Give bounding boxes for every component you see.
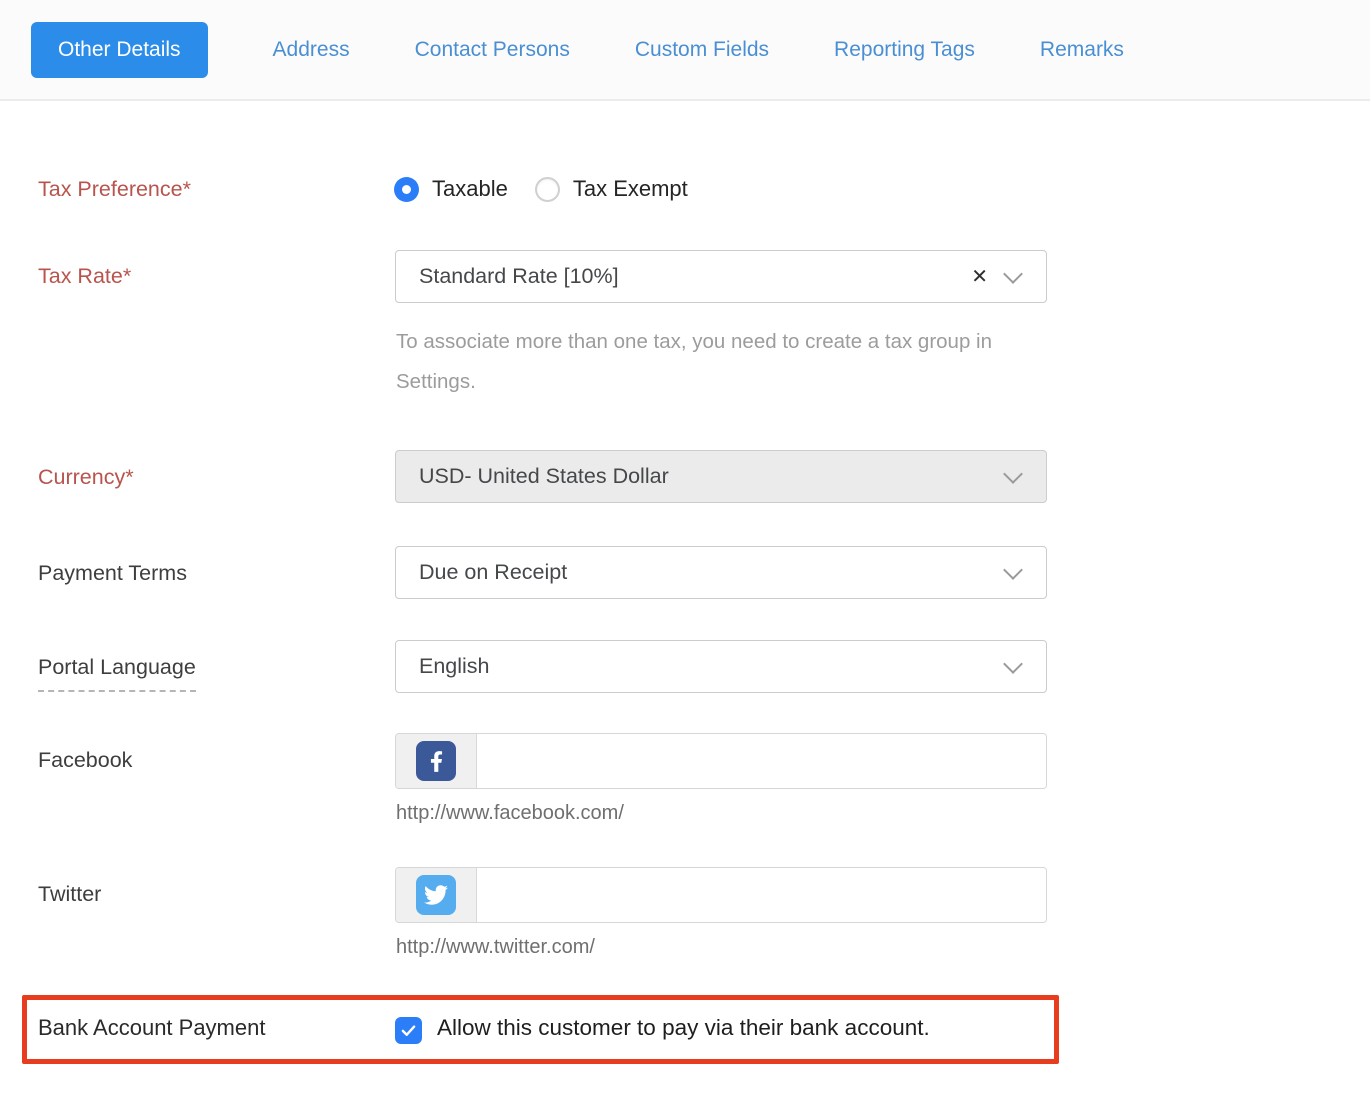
bank-account-payment-label: Bank Account Payment	[38, 1015, 266, 1040]
twitter-input-group	[395, 867, 1047, 923]
portal-language-label: Portal Language	[38, 653, 196, 692]
currency-value: USD- United States Dollar	[419, 464, 669, 488]
facebook-input[interactable]	[477, 734, 1046, 788]
payment-terms-select[interactable]: Due on Receipt	[395, 546, 1047, 599]
bank-account-payment-checkbox-label[interactable]: Allow this customer to pay via their ban…	[437, 1015, 930, 1041]
checkmark-icon	[401, 1025, 416, 1036]
chevron-down-icon	[1003, 463, 1023, 484]
tax-preference-radio-group: Taxable Tax Exempt	[394, 176, 688, 202]
payment-terms-label: Payment Terms	[38, 561, 187, 585]
facebook-url-helper: http://www.facebook.com/	[396, 802, 624, 824]
currency-select[interactable]: USD- United States Dollar	[395, 450, 1047, 503]
tax-rate-label: Tax Rate*	[38, 264, 132, 288]
tax-rate-select[interactable]: Standard Rate [10%] ✕	[395, 250, 1047, 303]
tax-rate-helper-text: To associate more than one tax, you need…	[396, 330, 993, 393]
payment-terms-value: Due on Receipt	[419, 560, 568, 584]
tab-custom-fields[interactable]: Custom Fields	[635, 38, 769, 62]
chevron-down-icon[interactable]	[1003, 653, 1023, 674]
tab-bar: Other Details Address Contact Persons Cu…	[0, 0, 1370, 101]
twitter-addon	[396, 868, 477, 922]
twitter-url-helper: http://www.twitter.com/	[396, 936, 595, 958]
bank-account-payment-checkbox[interactable]	[395, 1017, 422, 1044]
portal-language-select[interactable]: English	[395, 640, 1047, 693]
twitter-icon	[416, 875, 456, 915]
facebook-addon	[396, 734, 477, 788]
tab-contact-persons[interactable]: Contact Persons	[415, 38, 570, 62]
facebook-icon	[416, 741, 456, 781]
portal-language-value: English	[419, 654, 490, 678]
facebook-input-group	[395, 733, 1047, 789]
radio-taxable[interactable]	[394, 176, 419, 202]
tab-other-details[interactable]: Other Details	[31, 21, 208, 78]
chevron-down-icon[interactable]	[1003, 263, 1023, 284]
radio-tax-exempt-label[interactable]: Tax Exempt	[573, 176, 688, 202]
tax-rate-value: Standard Rate [10%]	[419, 264, 619, 288]
tab-address[interactable]: Address	[273, 38, 350, 62]
radio-tax-exempt[interactable]	[534, 176, 560, 202]
clear-icon[interactable]: ✕	[971, 267, 988, 287]
twitter-label: Twitter	[38, 882, 102, 906]
customer-details-form: Other Details Address Contact Persons Cu…	[0, 0, 1370, 1114]
currency-label: Currency*	[38, 465, 134, 489]
twitter-input[interactable]	[477, 868, 1046, 922]
tab-reporting-tags[interactable]: Reporting Tags	[834, 38, 975, 62]
tab-remarks[interactable]: Remarks	[1040, 38, 1124, 62]
radio-taxable-label[interactable]: Taxable	[432, 176, 508, 202]
portal-language-label-text: Portal Language	[38, 653, 196, 692]
tax-preference-label: Tax Preference*	[38, 177, 191, 201]
facebook-label: Facebook	[38, 748, 133, 772]
chevron-down-icon[interactable]	[1003, 559, 1023, 580]
